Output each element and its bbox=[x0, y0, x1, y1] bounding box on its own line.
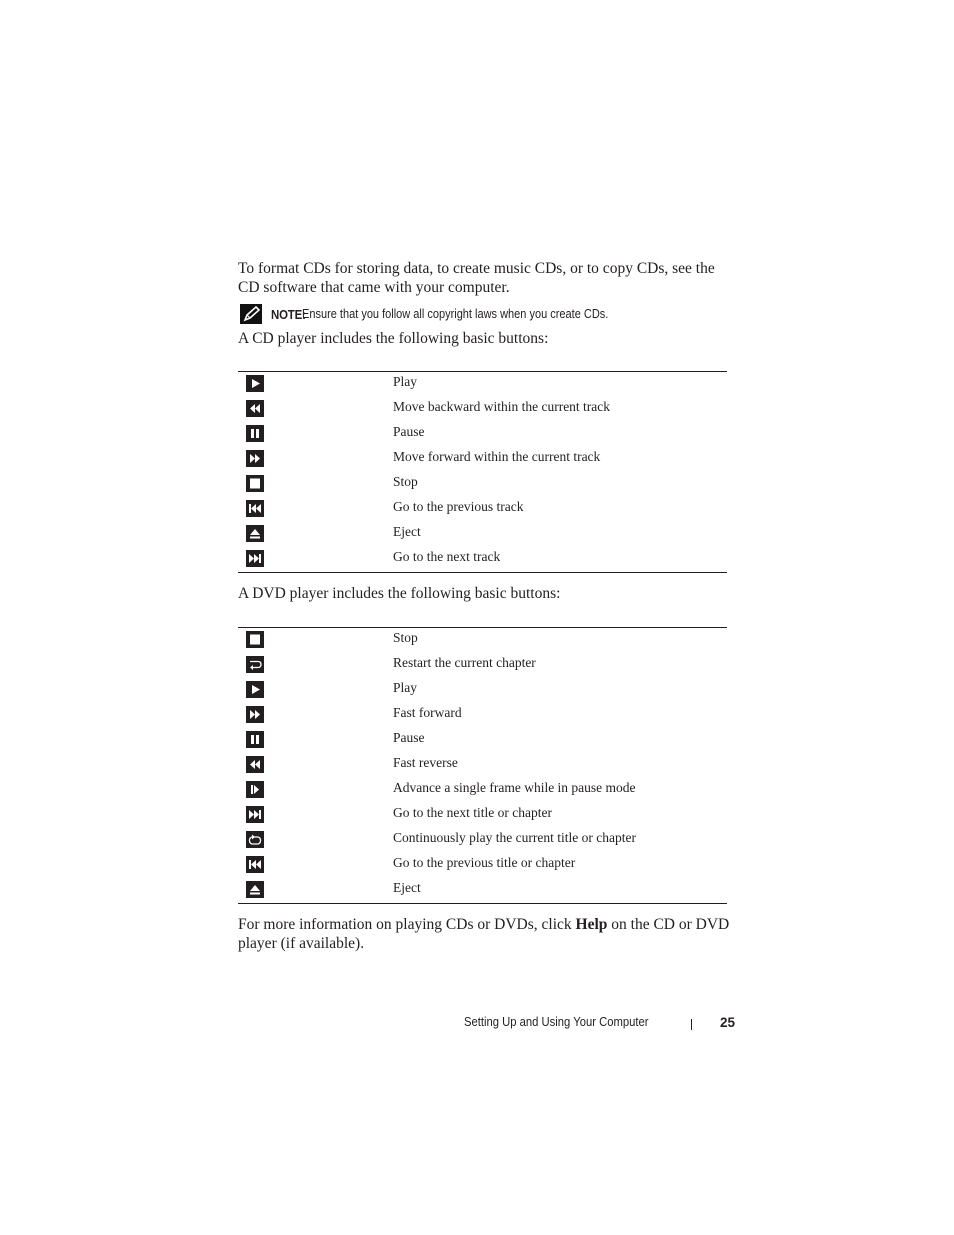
button-description: Fast reverse bbox=[393, 755, 458, 770]
table-row: Go to the next title or chapter bbox=[238, 803, 727, 828]
table-row: Move forward within the current track bbox=[238, 447, 727, 472]
button-description: Pause bbox=[393, 424, 425, 439]
button-description: Continuously play the current title or c… bbox=[393, 830, 636, 845]
cd-buttons-table: Play Move backward within the current tra… bbox=[238, 371, 727, 573]
rewind-icon bbox=[246, 756, 264, 773]
previous-track-icon bbox=[246, 500, 264, 517]
restart-chapter-icon bbox=[246, 656, 264, 673]
button-description: Pause bbox=[393, 730, 425, 745]
footer-separator bbox=[691, 1019, 692, 1030]
eject-icon bbox=[246, 525, 264, 542]
more-info-paragraph: For more information on playing CDs or D… bbox=[238, 916, 738, 953]
note-callout: NOTE: Ensure that you follow all copyrig… bbox=[240, 304, 651, 324]
button-description: Eject bbox=[393, 880, 421, 895]
table-row: Play bbox=[238, 372, 727, 397]
table-row: Stop bbox=[238, 472, 727, 497]
page-number: 25 bbox=[720, 1015, 736, 1030]
next-track-icon bbox=[246, 550, 264, 567]
table-row: Fast forward bbox=[238, 703, 727, 728]
previous-track-icon bbox=[246, 856, 264, 873]
button-description: Play bbox=[393, 374, 418, 389]
button-description: Restart the current chapter bbox=[393, 655, 536, 670]
button-description: Play bbox=[393, 680, 418, 695]
table-row: Fast reverse bbox=[238, 753, 727, 778]
button-description: Stop bbox=[393, 474, 418, 489]
play-icon bbox=[246, 375, 264, 392]
button-description: Go to the previous track bbox=[393, 499, 524, 514]
footer-section-title: Setting Up and Using Your Computer bbox=[464, 1015, 649, 1029]
table-row: Go to the previous title or chapter bbox=[238, 853, 727, 878]
stop-icon bbox=[246, 631, 264, 648]
repeat-icon bbox=[246, 831, 264, 848]
dvd-intro: A DVD player includes the following basi… bbox=[238, 585, 561, 602]
button-description: Stop bbox=[393, 630, 418, 645]
pause-icon bbox=[246, 731, 264, 748]
note-label: NOTE: bbox=[271, 306, 306, 322]
intro-paragraph: To format CDs for storing data, to creat… bbox=[238, 260, 715, 296]
table-row: Eject bbox=[238, 522, 727, 547]
stop-icon bbox=[246, 475, 264, 492]
table-row: Continuously play the current title or c… bbox=[238, 828, 727, 853]
button-description: Move backward within the current track bbox=[393, 399, 611, 414]
frame-advance-icon bbox=[246, 781, 264, 798]
cd-intro: A CD player includes the following basic… bbox=[238, 330, 549, 347]
button-description: Fast forward bbox=[393, 705, 462, 720]
table-row: Move backward within the current track bbox=[238, 397, 727, 422]
pencil-note-icon bbox=[240, 304, 262, 324]
pause-icon bbox=[246, 425, 264, 442]
button-description: Go to the next title or chapter bbox=[393, 805, 552, 820]
button-description: Move forward within the current track bbox=[393, 449, 601, 464]
dvd-buttons-table: Stop Restart the current chapter Play Fast … bbox=[238, 627, 727, 904]
table-row: Stop bbox=[238, 628, 727, 653]
next-track-icon bbox=[246, 806, 264, 823]
button-description: Eject bbox=[393, 524, 421, 539]
eject-icon bbox=[246, 881, 264, 898]
table-row: Pause bbox=[238, 728, 727, 753]
table-row: Eject bbox=[238, 878, 727, 903]
table-row: Play bbox=[238, 678, 727, 703]
rewind-icon bbox=[246, 400, 264, 417]
table-row: Pause bbox=[238, 422, 727, 447]
more-info-before: For more information on playing CDs or D… bbox=[238, 916, 576, 933]
table-row: Advance a single frame while in pause mo… bbox=[238, 778, 727, 803]
button-description: Go to the next track bbox=[393, 549, 501, 564]
button-description: Advance a single frame while in pause mo… bbox=[393, 780, 636, 795]
note-text: Ensure that you follow all copyright law… bbox=[302, 307, 609, 321]
button-description: Go to the previous title or chapter bbox=[393, 855, 576, 870]
table-row: Restart the current chapter bbox=[238, 653, 727, 678]
play-icon bbox=[246, 681, 264, 698]
help-term: Help bbox=[575, 916, 608, 933]
table-row: Go to the next track bbox=[238, 547, 727, 572]
fast-forward-icon bbox=[246, 706, 264, 723]
table-row: Go to the previous track bbox=[238, 497, 727, 522]
fast-forward-icon bbox=[246, 450, 264, 467]
